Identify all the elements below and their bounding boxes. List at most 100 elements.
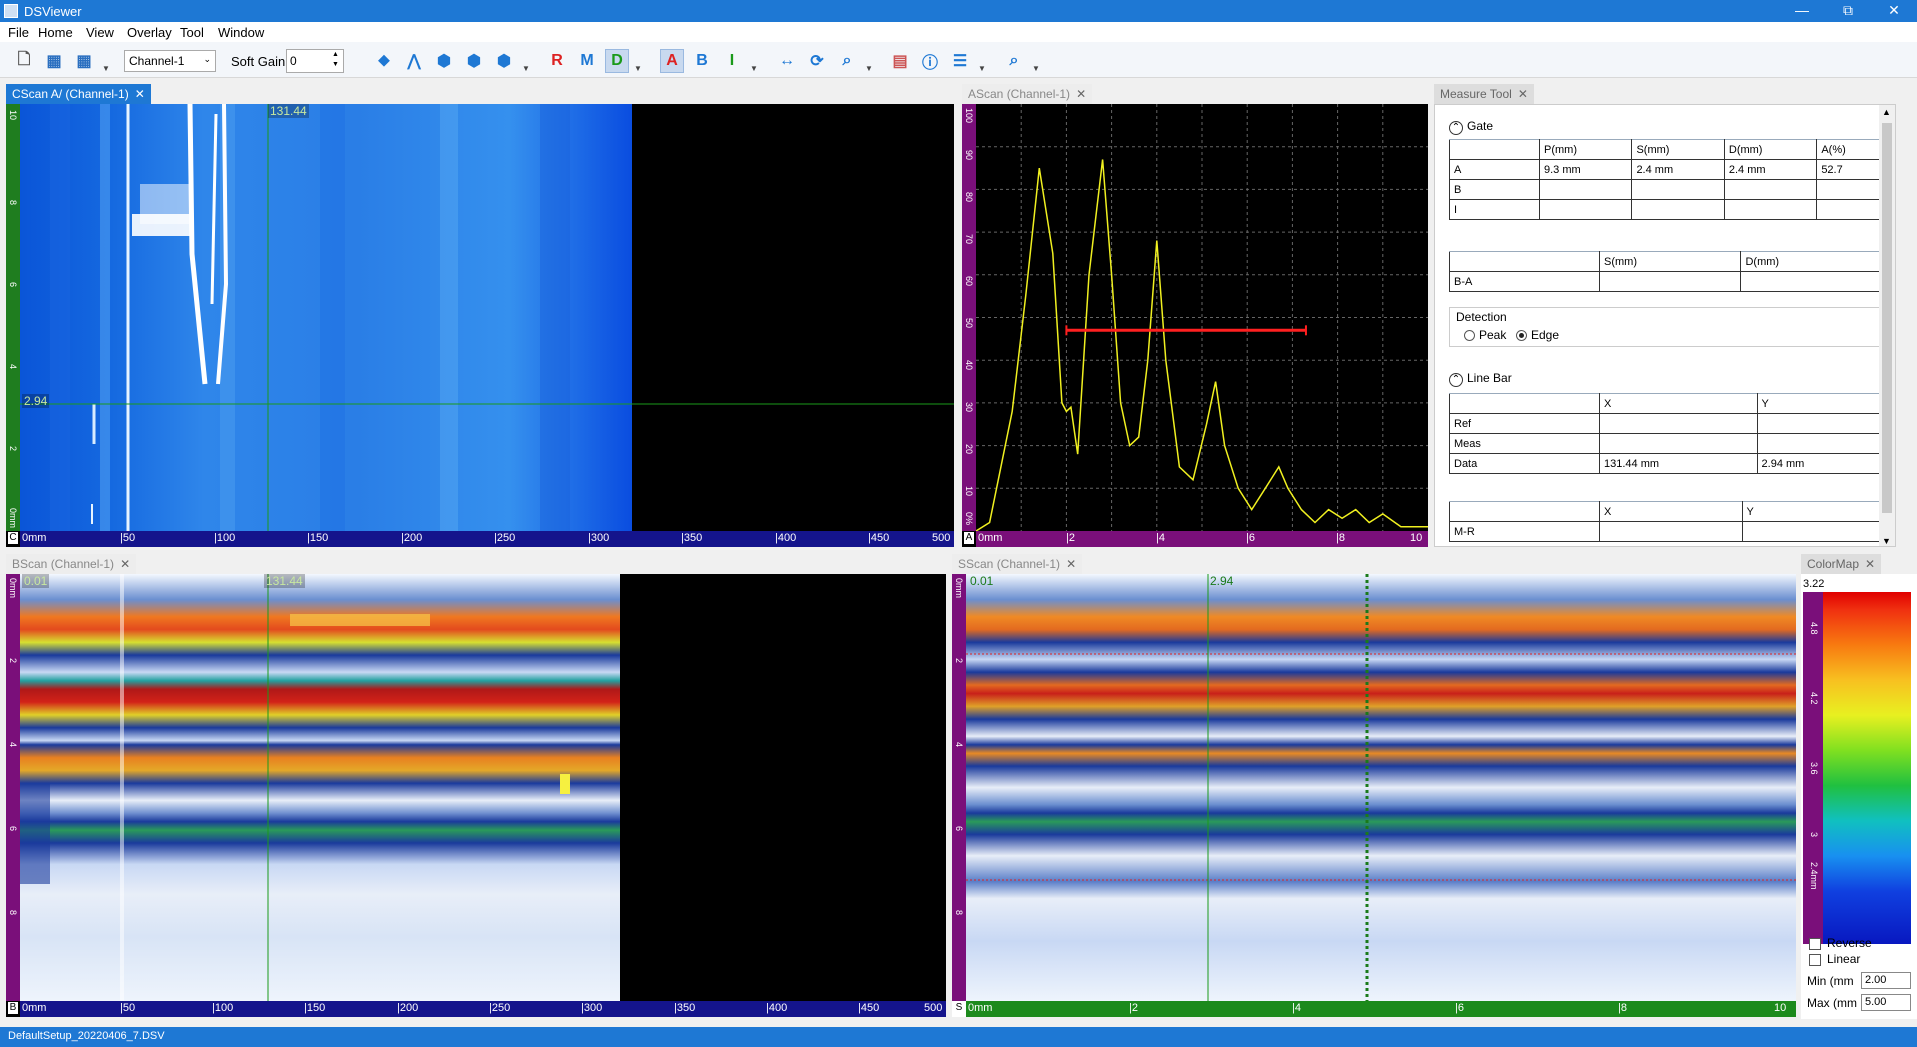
table-cell <box>1816 199 1885 220</box>
radio-icon[interactable] <box>1464 330 1475 342</box>
close-icon[interactable]: ✕ <box>135 87 145 101</box>
chevron-down-icon[interactable]: ▼ <box>865 64 873 73</box>
line-bar-group-header[interactable]: ⌃ Line Bar <box>1449 371 1512 387</box>
peak-label: Peak <box>1479 328 1507 342</box>
menu-home[interactable]: Home <box>38 25 73 40</box>
close-button[interactable]: ✕ <box>1872 0 1916 22</box>
edge-radio[interactable]: Edge <box>1516 328 1559 342</box>
meas-cursor-icon[interactable]: M <box>575 49 599 73</box>
close-icon[interactable]: ✕ <box>120 557 130 571</box>
menu-window[interactable]: Window <box>218 25 264 40</box>
ascan-plot[interactable] <box>976 104 1428 531</box>
sscan-image[interactable] <box>966 574 1796 1001</box>
app-logo-icon <box>4 4 18 18</box>
zoom-icon[interactable]: ⌕ <box>835 49 859 73</box>
menu-tool[interactable]: Tool <box>180 25 204 40</box>
gate-group-header[interactable]: ⌃ Gate <box>1449 119 1493 135</box>
gate-i-icon[interactable]: I <box>720 49 744 73</box>
cube-top-icon[interactable]: ⬢ <box>492 49 516 73</box>
min-input[interactable]: 2.00 <box>1861 972 1911 989</box>
collapse-icon[interactable]: ⌃ <box>1449 373 1463 387</box>
x-tick: |400 <box>766 1002 788 1014</box>
table-cell <box>1740 271 1885 292</box>
minimize-button[interactable]: — <box>1780 0 1824 22</box>
mr-table: XY M-R <box>1449 501 1885 542</box>
ascan-pane[interactable]: 0% 10 20 30 40 50 60 70 80 90 100 A 0mm … <box>962 104 1428 547</box>
tab-ascan-label: AScan (Channel-1) <box>968 87 1071 101</box>
reverse-checkbox[interactable]: Reverse <box>1809 936 1872 950</box>
channel-select[interactable]: Channel-1 ⌄ <box>124 50 216 72</box>
bscan-pane[interactable]: 0mm 2 4 6 8 0.01 131.44 B 0mm |50 |100 |… <box>6 574 946 1017</box>
chevron-down-icon[interactable]: ▼ <box>978 64 986 73</box>
menu-view[interactable]: View <box>86 25 114 40</box>
peak-icon[interactable]: ⋀ <box>402 49 426 73</box>
chevron-down-icon[interactable]: ▼ <box>634 64 642 73</box>
tab-cscan[interactable]: CScan A/ (Channel-1) ✕ <box>6 84 151 104</box>
checkbox-icon[interactable] <box>1809 953 1821 966</box>
refresh-icon[interactable]: ⟳ <box>805 49 829 73</box>
sscan-pane[interactable]: 0mm 2 4 6 8 0.01 2.94 S 0mm |2 |4 |6 |8 … <box>952 574 1796 1017</box>
table-header: A(%) <box>1816 139 1885 160</box>
collapse-icon[interactable]: ⌃ <box>1449 121 1463 135</box>
close-icon[interactable]: ✕ <box>1066 557 1076 571</box>
x-tick: 500 <box>932 532 951 544</box>
gate-a-icon[interactable]: A <box>660 49 684 73</box>
data-cursor-icon[interactable]: D <box>605 49 629 73</box>
y-tick: 60 <box>964 276 974 287</box>
close-icon[interactable]: ✕ <box>1518 87 1528 101</box>
tab-sscan[interactable]: SScan (Channel-1) ✕ <box>952 554 1083 574</box>
close-icon[interactable]: ✕ <box>1865 557 1875 571</box>
tab-measure-tool[interactable]: Measure Tool ✕ <box>1434 84 1534 104</box>
bscan-image[interactable] <box>20 574 946 1001</box>
cscan-y-ruler: 0mm 2 4 6 8 10 <box>6 104 20 531</box>
restore-button[interactable]: ⧉ <box>1826 0 1870 22</box>
menu-overlay[interactable]: Overlay <box>127 25 172 40</box>
x-tick: |4 <box>1292 1002 1301 1014</box>
gate-b-icon[interactable]: B <box>690 49 714 73</box>
peak-radio[interactable]: Peak <box>1464 328 1506 342</box>
colormap-icon[interactable]: ▤ <box>888 49 912 73</box>
info-icon[interactable]: ⓘ <box>918 49 942 73</box>
scroll-up-icon[interactable]: ▲ <box>1882 107 1891 117</box>
chevron-down-icon[interactable]: ▼ <box>750 64 758 73</box>
linear-checkbox[interactable]: Linear <box>1809 952 1860 966</box>
table-row: B <box>1449 179 1885 200</box>
chevron-down-icon[interactable]: ▼ <box>522 64 530 73</box>
pointer-icon[interactable]: ⬥ <box>372 49 396 73</box>
cube-front-icon[interactable]: ⬢ <box>432 49 456 73</box>
tab-colormap[interactable]: ColorMap ✕ <box>1801 554 1882 574</box>
scroll-down-icon[interactable]: ▼ <box>1882 536 1891 546</box>
scroll-thumb[interactable] <box>1882 123 1892 513</box>
table-cell <box>1538 179 1633 200</box>
cscan-image[interactable] <box>20 104 954 531</box>
close-icon[interactable]: ✕ <box>1076 87 1086 101</box>
tab-ascan[interactable]: AScan (Channel-1) ✕ <box>962 84 1093 104</box>
ascan-x-ruler: 0mm |2 |4 |6 |8 10 <box>976 531 1428 547</box>
table-cell: B-A <box>1449 271 1600 292</box>
x-tick: 0mm <box>978 532 1003 544</box>
menu-file[interactable]: File <box>8 25 29 40</box>
max-input[interactable]: 5.00 <box>1861 994 1911 1011</box>
new-file-icon[interactable]: 🗋 <box>12 49 36 73</box>
chevron-down-icon[interactable]: ▼ <box>102 64 110 73</box>
chevron-down-icon[interactable]: ▼ <box>1032 64 1040 73</box>
cube-side-icon[interactable]: ⬢ <box>462 49 486 73</box>
soft-gain-spinner[interactable]: ▲ ▼ <box>332 50 339 70</box>
y-tick: 50 <box>964 318 974 329</box>
tab-bscan-label: BScan (Channel-1) <box>12 557 115 571</box>
measure-scrollbar[interactable]: ▲ ▼ <box>1879 105 1895 546</box>
window-title: DSViewer <box>24 4 82 19</box>
grid-icon[interactable]: ▦ <box>72 49 96 73</box>
colormap-gradient[interactable] <box>1823 592 1911 944</box>
search-zoom-icon[interactable]: ⌕ <box>1002 49 1026 73</box>
checkbox-icon[interactable] <box>1809 937 1821 950</box>
distance-icon[interactable]: ↔ <box>775 49 799 73</box>
list-icon[interactable]: ☰ <box>948 49 972 73</box>
radio-checked-icon[interactable] <box>1516 330 1527 342</box>
cscan-cursor-x-label: 131.44 <box>268 104 309 118</box>
cscan-pane[interactable]: 0mm 2 4 6 8 10 131.44 2.94 C 0mm |50 |10… <box>6 104 954 547</box>
tab-bscan[interactable]: BScan (Channel-1) ✕ <box>6 554 137 574</box>
add-grid-icon[interactable]: ▦ <box>42 49 66 73</box>
ref-cursor-icon[interactable]: R <box>545 49 569 73</box>
status-bar: DefaultSetup_20220406_7.DSV <box>0 1027 1917 1047</box>
